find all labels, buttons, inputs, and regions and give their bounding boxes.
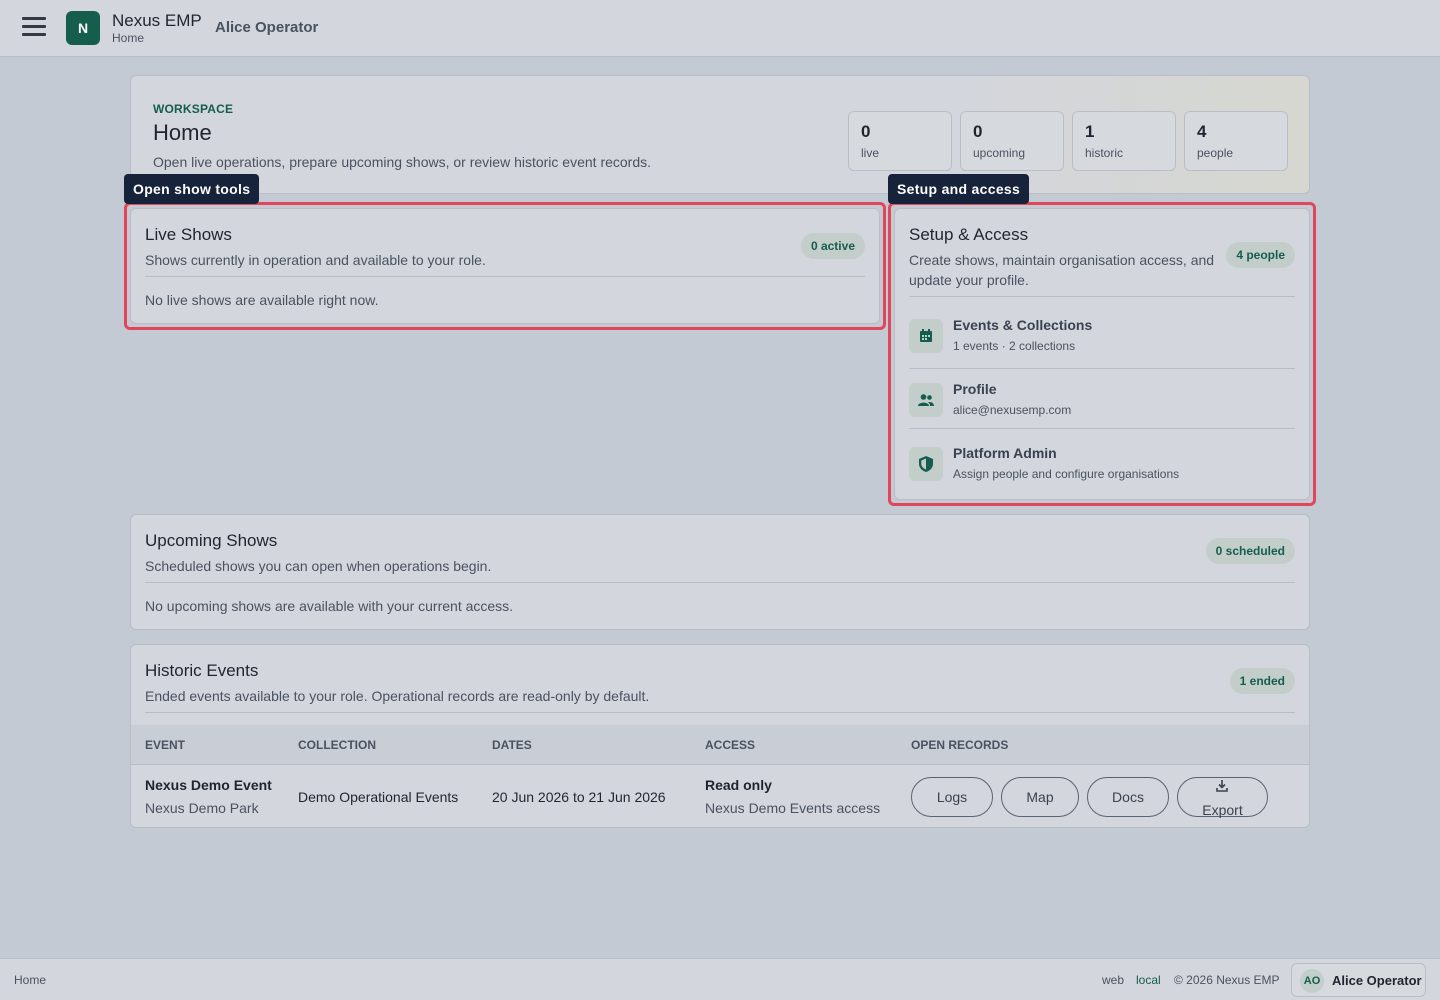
event-name: Nexus Demo Event [145,777,272,793]
copyright: © 2026 Nexus EMP [1174,973,1280,987]
app-logo[interactable]: N [66,11,100,45]
stat-upcoming: 0 upcoming [960,111,1064,171]
breadcrumb: Home [112,31,145,45]
menu-icon[interactable] [22,17,46,39]
stat-label: live [861,146,880,160]
highlight-live-shows [124,202,886,330]
column-header-dates: DATES [492,738,532,752]
divider [145,712,1295,713]
table-header: EVENT COLLECTION DATES ACCESS OPEN RECOR… [131,725,1309,765]
status-badge: 1 ended [1229,668,1295,694]
top-bar: N Nexus EMP Home Alice Operator [0,0,1440,57]
tooltip-open-show-tools: Open show tools [124,174,260,204]
stat-historic: 1 historic [1072,111,1176,171]
stat-live: 0 live [848,111,952,171]
column-header-open-records: OPEN RECORDS [911,738,1009,752]
page-title: Home [153,120,212,145]
footer: Home web local © 2026 Nexus EMP AO Alice… [0,958,1440,1000]
user-chip[interactable]: AO Alice Operator [1291,963,1426,997]
export-label: Export [1202,802,1243,818]
empty-state: No upcoming shows are available with you… [145,598,514,614]
access-scope: Nexus Demo Events access [705,800,881,816]
avatar: AO [1300,969,1324,993]
card-title: Upcoming Shows [145,531,278,550]
stat-people: 4 people [1184,111,1288,171]
workspace-hero: WORKSPACE Home Open live operations, pre… [130,75,1310,194]
tooltip-setup-and-access: Setup and access [888,174,1030,204]
stat-value: 0 [861,122,871,141]
stat-value: 0 [973,122,983,141]
stat-label: people [1197,146,1234,160]
app-name: Nexus EMP [112,11,202,30]
upcoming-shows-card: Upcoming Shows Scheduled shows you can o… [130,514,1310,630]
stat-value: 1 [1085,122,1095,141]
card-description: Ended events available to your role. Ope… [145,688,650,704]
stat-value: 4 [1197,122,1207,141]
highlight-setup-access [888,202,1316,506]
stat-label: upcoming [973,146,1026,160]
card-description: Scheduled shows you can open when operat… [145,558,492,574]
column-header-access: ACCESS [705,738,756,752]
export-button[interactable]: Export [1177,777,1268,818]
column-header-collection: COLLECTION [298,738,376,752]
map-button[interactable]: Map [1001,777,1079,817]
footer-breadcrumb: Home [14,973,47,987]
event-dates: 20 Jun 2026 to 21 Jun 2026 [492,789,666,805]
env-local[interactable]: local [1136,973,1161,987]
page-description: Open live operations, prepare upcoming s… [153,154,652,170]
event-venue: Nexus Demo Park [145,800,259,816]
user-name[interactable]: Alice Operator [215,19,318,36]
event-collection: Demo Operational Events [298,789,459,805]
eyebrow: WORKSPACE [153,102,234,116]
footer-user-name: Alice Operator [1332,973,1422,988]
historic-events-card: Historic Events Ended events available t… [130,644,1310,828]
stat-label: historic [1085,146,1124,160]
env-web: web [1102,973,1125,987]
card-title: Historic Events [145,661,259,680]
divider [145,582,1295,583]
access-level: Read only [705,777,772,793]
column-header-event: EVENT [145,738,186,752]
status-badge: 0 scheduled [1205,538,1295,564]
logs-button[interactable]: Logs [911,777,993,817]
docs-button[interactable]: Docs [1087,777,1169,817]
download-icon [1216,780,1228,792]
